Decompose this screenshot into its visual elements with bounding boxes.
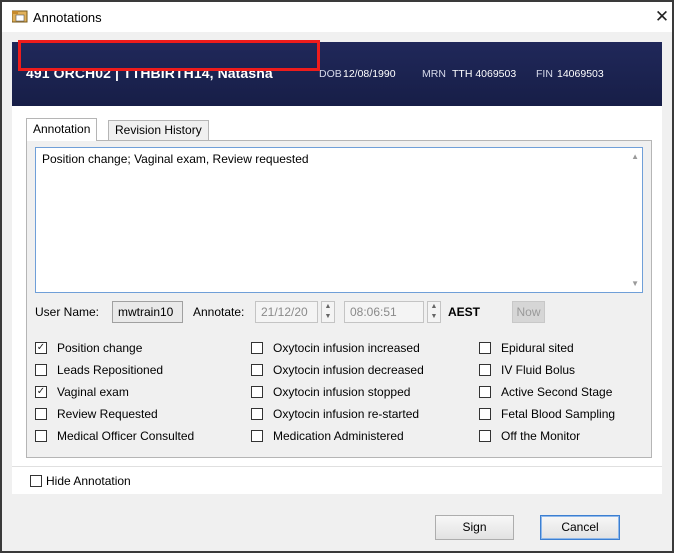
checkbox-box <box>251 430 263 442</box>
checkbox-box <box>251 364 263 376</box>
mrn-label: MRN <box>422 68 446 80</box>
annotation-text: Position change; Vaginal exam, Review re… <box>42 152 309 166</box>
checkbox-box <box>30 475 42 487</box>
window-title: Annotations <box>33 10 102 25</box>
user-name-field: mwtrain10 <box>112 301 183 323</box>
checkbox-box <box>251 342 263 354</box>
date-spinner-icon[interactable]: ▲ ▼ <box>321 301 335 323</box>
annotate-date-field[interactable]: 21/12/20 <box>255 301 318 323</box>
dob-label: DOB <box>319 68 342 80</box>
annotate-time-field[interactable]: 08:06:51 <box>344 301 424 323</box>
fin-value: 14069503 <box>557 68 604 80</box>
annotation-textarea[interactable]: Position change; Vaginal exam, Review re… <box>35 147 643 293</box>
fin-label: FIN <box>536 68 553 80</box>
checkbox-box <box>479 408 491 420</box>
now-button[interactable]: Now <box>512 301 545 323</box>
patient-name: 491 ORCH02 | TTHBIRTH14, Natasha <box>26 65 273 81</box>
time-spinner-icon[interactable]: ▲ ▼ <box>427 301 441 323</box>
checkbox-box <box>479 364 491 376</box>
title-bar[interactable]: Annotations ✕ <box>2 2 672 32</box>
timezone-label: AEST <box>448 305 481 319</box>
tab-annotation[interactable]: Annotation <box>26 118 98 141</box>
checkbox-box <box>35 430 47 442</box>
annotation-tab-page: Position change; Vaginal exam, Review re… <box>26 140 652 458</box>
checkbox-box <box>251 386 263 398</box>
tab-revision-history[interactable]: Revision History <box>108 120 209 140</box>
mrn-value: TTH 4069503 <box>452 68 517 80</box>
main-panel: Annotation Revision History Position cha… <box>12 106 662 466</box>
annotate-label: Annotate: <box>193 305 245 319</box>
cancel-button[interactable]: Cancel <box>540 515 620 540</box>
sign-button[interactable]: Sign <box>435 515 514 540</box>
annotations-dialog: Annotations ✕ 491 ORCH02 | TTHBIRTH14, N… <box>0 0 674 553</box>
hide-annotation-strip: Hide Annotation <box>12 466 662 494</box>
patient-banner: 491 ORCH02 | TTHBIRTH14, Natasha DOB 12/… <box>12 42 662 106</box>
checkbox-box <box>479 342 491 354</box>
checkbox-box <box>35 408 47 420</box>
user-name-label: User Name: <box>35 305 100 319</box>
scroll-down-icon[interactable]: ▼ <box>631 279 639 288</box>
close-icon[interactable]: ✕ <box>652 6 672 28</box>
checkbox-box <box>479 386 491 398</box>
checkbox-box <box>479 430 491 442</box>
user-row: User Name: mwtrain10 Annotate: 21/12/20 … <box>35 301 643 323</box>
checkmark-icon: ✓ <box>35 342 47 354</box>
scroll-up-icon[interactable]: ▲ <box>631 152 639 161</box>
checkmark-icon: ✓ <box>35 386 47 398</box>
checkbox-box <box>35 364 47 376</box>
folder-icon <box>12 10 28 23</box>
dob-value: 12/08/1990 <box>343 68 396 80</box>
checkbox-box <box>251 408 263 420</box>
